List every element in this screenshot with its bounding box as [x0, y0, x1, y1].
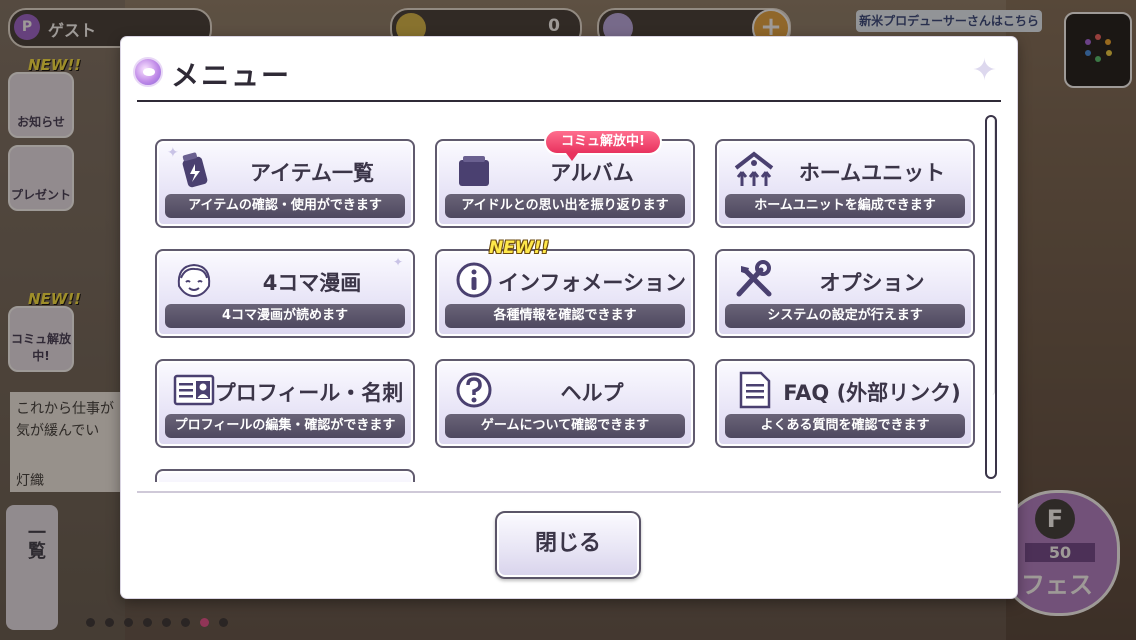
menu-item-label: アイテム一覧	[250, 161, 374, 185]
menu-item-home-unit[interactable]: ホームユニット ホームユニットを編成できます	[715, 139, 975, 228]
faq-document-icon	[739, 371, 771, 409]
menu-item-label: 4コマ漫画	[262, 271, 362, 295]
menu-item-profile[interactable]: プロフィール・名刺 プロフィールの編集・確認ができます	[155, 359, 415, 448]
menu-item-faq[interactable]: FAQ (外部リンク) よくある質問を確認できます	[715, 359, 975, 448]
menu-item-label: アルバム	[550, 161, 634, 185]
modal-header: メニュー ✦	[121, 37, 1017, 101]
menu-modal: メニュー ✦ ✦ アイテム一覧 アイテムの確認・使用ができます アルバム アイド…	[121, 37, 1017, 598]
menu-item-desc: 各種情報を確認できます	[445, 304, 685, 328]
info-icon	[456, 262, 492, 298]
menu-grid: ✦ アイテム一覧 アイテムの確認・使用ができます アルバム アイドルとの思い出を…	[155, 137, 985, 482]
scrollbar[interactable]	[985, 115, 997, 479]
menu-item-4koma[interactable]: ✦ 4コマ漫画 4コマ漫画が読めます	[155, 249, 415, 338]
help-icon	[456, 372, 492, 408]
item-bottle-icon	[182, 152, 208, 188]
new-badge: NEW!!	[489, 238, 550, 258]
modal-title: メニュー	[171, 59, 292, 92]
menu-item-desc: アイテムの確認・使用ができます	[165, 194, 405, 218]
sparkle-icon: ✦	[971, 53, 997, 88]
footer-divider	[137, 491, 1001, 493]
menu-item-label: インフォメーション	[498, 271, 686, 295]
menu-item-label: オプション	[819, 271, 925, 295]
commu-unlocked-badge: コミュ解放中!	[544, 129, 662, 161]
menu-item-label: ヘルプ	[560, 381, 624, 405]
menu-item-desc: システムの設定が行えます	[725, 304, 965, 328]
menu-item-label: FAQ (外部リンク)	[783, 381, 961, 405]
menu-item-label: ホームユニット	[798, 161, 946, 185]
album-icon	[459, 156, 489, 186]
home-unit-icon	[734, 151, 774, 186]
scrollbar-thumb[interactable]	[988, 118, 995, 395]
tools-icon	[736, 260, 772, 297]
menu-icon	[133, 57, 163, 87]
menu-item-desc: プロフィールの編集・確認ができます	[165, 414, 405, 438]
close-button[interactable]: 閉じる	[495, 511, 641, 579]
menu-item-more[interactable]	[155, 469, 415, 482]
manga-face-icon	[177, 263, 211, 298]
menu-item-desc: ゲームについて確認できます	[445, 414, 685, 438]
menu-item-desc: ホームユニットを編成できます	[725, 194, 965, 218]
menu-item-desc: アイドルとの思い出を振り返ります	[445, 194, 685, 218]
menu-item-items[interactable]: ✦ アイテム一覧 アイテムの確認・使用ができます	[155, 139, 415, 228]
profile-card-icon	[173, 374, 215, 406]
menu-item-option[interactable]: オプション システムの設定が行えます	[715, 249, 975, 338]
menu-item-desc: 4コマ漫画が読めます	[165, 304, 405, 328]
header-divider	[137, 100, 1001, 102]
menu-item-desc: よくある質問を確認できます	[725, 414, 965, 438]
menu-item-label: プロフィール・名刺	[214, 381, 404, 405]
menu-item-information[interactable]: インフォメーション 各種情報を確認できます	[435, 249, 695, 338]
menu-item-help[interactable]: ヘルプ ゲームについて確認できます	[435, 359, 695, 448]
